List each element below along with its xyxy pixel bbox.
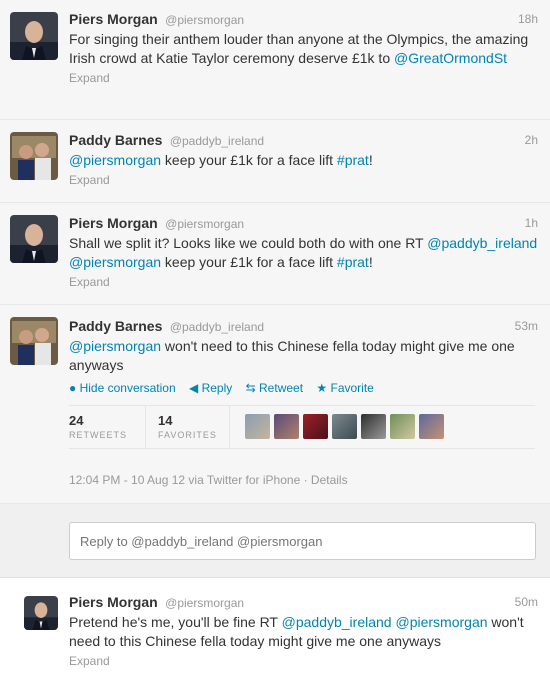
- tweet-header: Paddy Barnes @paddyb_ireland 53m: [69, 317, 538, 336]
- retweeter-avatar[interactable]: [332, 414, 357, 439]
- avatar[interactable]: [10, 317, 58, 365]
- reply-arrow-icon: ◀: [189, 381, 199, 395]
- favorites-label: FAVORITES: [158, 430, 217, 440]
- reply-area: [0, 504, 550, 578]
- avatar[interactable]: [10, 215, 58, 263]
- favorite-button[interactable]: ★ Favorite: [316, 381, 373, 395]
- hashtag-link[interactable]: #prat: [337, 152, 369, 168]
- expand-link[interactable]: Expand: [69, 653, 538, 669]
- reply-input[interactable]: [69, 522, 536, 560]
- tweet-header: Paddy Barnes @paddyb_ireland 2h: [69, 131, 538, 150]
- tweet-text-segment: Shall we split it? Looks like we could b…: [69, 235, 428, 251]
- mention-link[interactable]: @paddyb_ireland: [282, 614, 392, 630]
- tweet[interactable]: Piers Morgan @piersmorgan 1h Shall we sp…: [0, 203, 550, 305]
- stats-divider: [145, 406, 146, 449]
- tweet[interactable]: Piers Morgan @piersmorgan 18h For singin…: [0, 0, 550, 120]
- tweet-header: Piers Morgan @piersmorgan 50m: [69, 593, 538, 612]
- star-icon: ★: [316, 381, 328, 395]
- favorites-stat[interactable]: 14 FAVORITES: [158, 413, 217, 441]
- tweet-text: @piersmorgan keep your £1k for a face li…: [69, 151, 538, 170]
- tweet-stats: 24 RETWEETS 14 FAVORITES: [69, 405, 535, 449]
- user-handle[interactable]: @piersmorgan: [165, 13, 244, 27]
- tweet-text-segment: !: [368, 152, 373, 168]
- favorite-label: Favorite: [330, 381, 374, 395]
- user-name[interactable]: Piers Morgan: [69, 11, 158, 27]
- user-handle[interactable]: @paddyb_ireland: [170, 134, 264, 148]
- retweets-count: 24: [69, 413, 84, 428]
- retweeter-avatars: [245, 414, 448, 444]
- expand-link[interactable]: Expand: [69, 274, 538, 290]
- timestamp[interactable]: 18h: [518, 10, 538, 29]
- tweet-text: Pretend he's me, you'll be fine RT @padd…: [69, 613, 538, 651]
- timestamp[interactable]: 50m: [515, 593, 538, 612]
- timestamp[interactable]: 53m: [515, 317, 538, 336]
- speech-bubble-icon: ●: [69, 381, 77, 395]
- user-handle[interactable]: @paddyb_ireland: [170, 320, 264, 334]
- reply-label: Reply: [201, 381, 233, 395]
- mention-link[interactable]: @piersmorgan: [69, 254, 161, 270]
- retweeter-avatar[interactable]: [274, 414, 299, 439]
- user-name[interactable]: Piers Morgan: [69, 215, 158, 231]
- tweet-text-segment: keep your £1k for a face lift: [161, 254, 337, 270]
- avatar[interactable]: [10, 12, 58, 60]
- tweet-text-segment: !: [368, 254, 373, 270]
- mention-link[interactable]: @piersmorgan: [69, 152, 161, 168]
- user-handle[interactable]: @piersmorgan: [165, 217, 244, 231]
- retweeter-avatar[interactable]: [361, 414, 386, 439]
- hide-conversation-label: Hide conversation: [79, 381, 176, 395]
- user-handle[interactable]: @piersmorgan: [165, 596, 244, 610]
- tweet-meta[interactable]: 12:04 PM - 10 Aug 12 via Twitter for iPh…: [69, 473, 348, 487]
- retweet-label: Retweet: [259, 381, 304, 395]
- tweet-expanded[interactable]: Paddy Barnes @paddyb_ireland 53m @piersm…: [0, 305, 550, 504]
- timestamp[interactable]: 1h: [525, 214, 538, 233]
- expand-link[interactable]: Expand: [69, 172, 538, 188]
- retweets-stat[interactable]: 24 RETWEETS: [69, 413, 128, 441]
- hide-conversation-button[interactable]: ● Hide conversation: [69, 381, 176, 395]
- user-name[interactable]: Paddy Barnes: [69, 132, 162, 148]
- tweet-header: Piers Morgan @piersmorgan 1h: [69, 214, 538, 233]
- tweet[interactable]: Piers Morgan @piersmorgan 50m Pretend he…: [0, 578, 550, 681]
- tweet-text: Shall we split it? Looks like we could b…: [69, 234, 538, 272]
- mention-link[interactable]: @paddyb_ireland: [427, 235, 537, 251]
- mention-link[interactable]: @GreatOrmondSt: [394, 50, 507, 66]
- tweet-text-segment: keep your £1k for a face lift: [161, 152, 337, 168]
- avatar[interactable]: [10, 132, 58, 180]
- retweets-label: RETWEETS: [69, 430, 128, 440]
- tweet[interactable]: Paddy Barnes @paddyb_ireland 2h @piersmo…: [0, 120, 550, 203]
- retweeter-avatar[interactable]: [419, 414, 444, 439]
- tweet-text: @piersmorgan won't need to this Chinese …: [69, 337, 538, 375]
- tweet-text: For singing their anthem louder than any…: [69, 30, 538, 68]
- retweet-icon: ⇆: [245, 381, 256, 395]
- tweet-text-segment: Pretend he's me, you'll be fine RT: [69, 614, 282, 630]
- stats-divider: [229, 406, 230, 449]
- avatar[interactable]: [24, 596, 58, 630]
- timestamp[interactable]: 2h: [525, 131, 538, 150]
- hashtag-link[interactable]: #prat: [337, 254, 369, 270]
- tweet-actions: ● Hide conversation ◀ Reply ⇆ Retweet ★ …: [69, 380, 538, 396]
- user-name[interactable]: Piers Morgan: [69, 594, 158, 610]
- mention-link[interactable]: @piersmorgan: [395, 614, 487, 630]
- reply-button[interactable]: ◀ Reply: [189, 381, 232, 395]
- tweet-header: Piers Morgan @piersmorgan 18h: [69, 10, 538, 29]
- user-name[interactable]: Paddy Barnes: [69, 318, 162, 334]
- mention-link[interactable]: @piersmorgan: [69, 338, 161, 354]
- expand-link[interactable]: Expand: [69, 70, 538, 86]
- favorites-count: 14: [158, 413, 173, 428]
- retweeter-avatar[interactable]: [390, 414, 415, 439]
- retweeter-avatar[interactable]: [303, 414, 328, 439]
- retweet-button[interactable]: ⇆ Retweet: [246, 381, 303, 395]
- retweeter-avatar[interactable]: [245, 414, 270, 439]
